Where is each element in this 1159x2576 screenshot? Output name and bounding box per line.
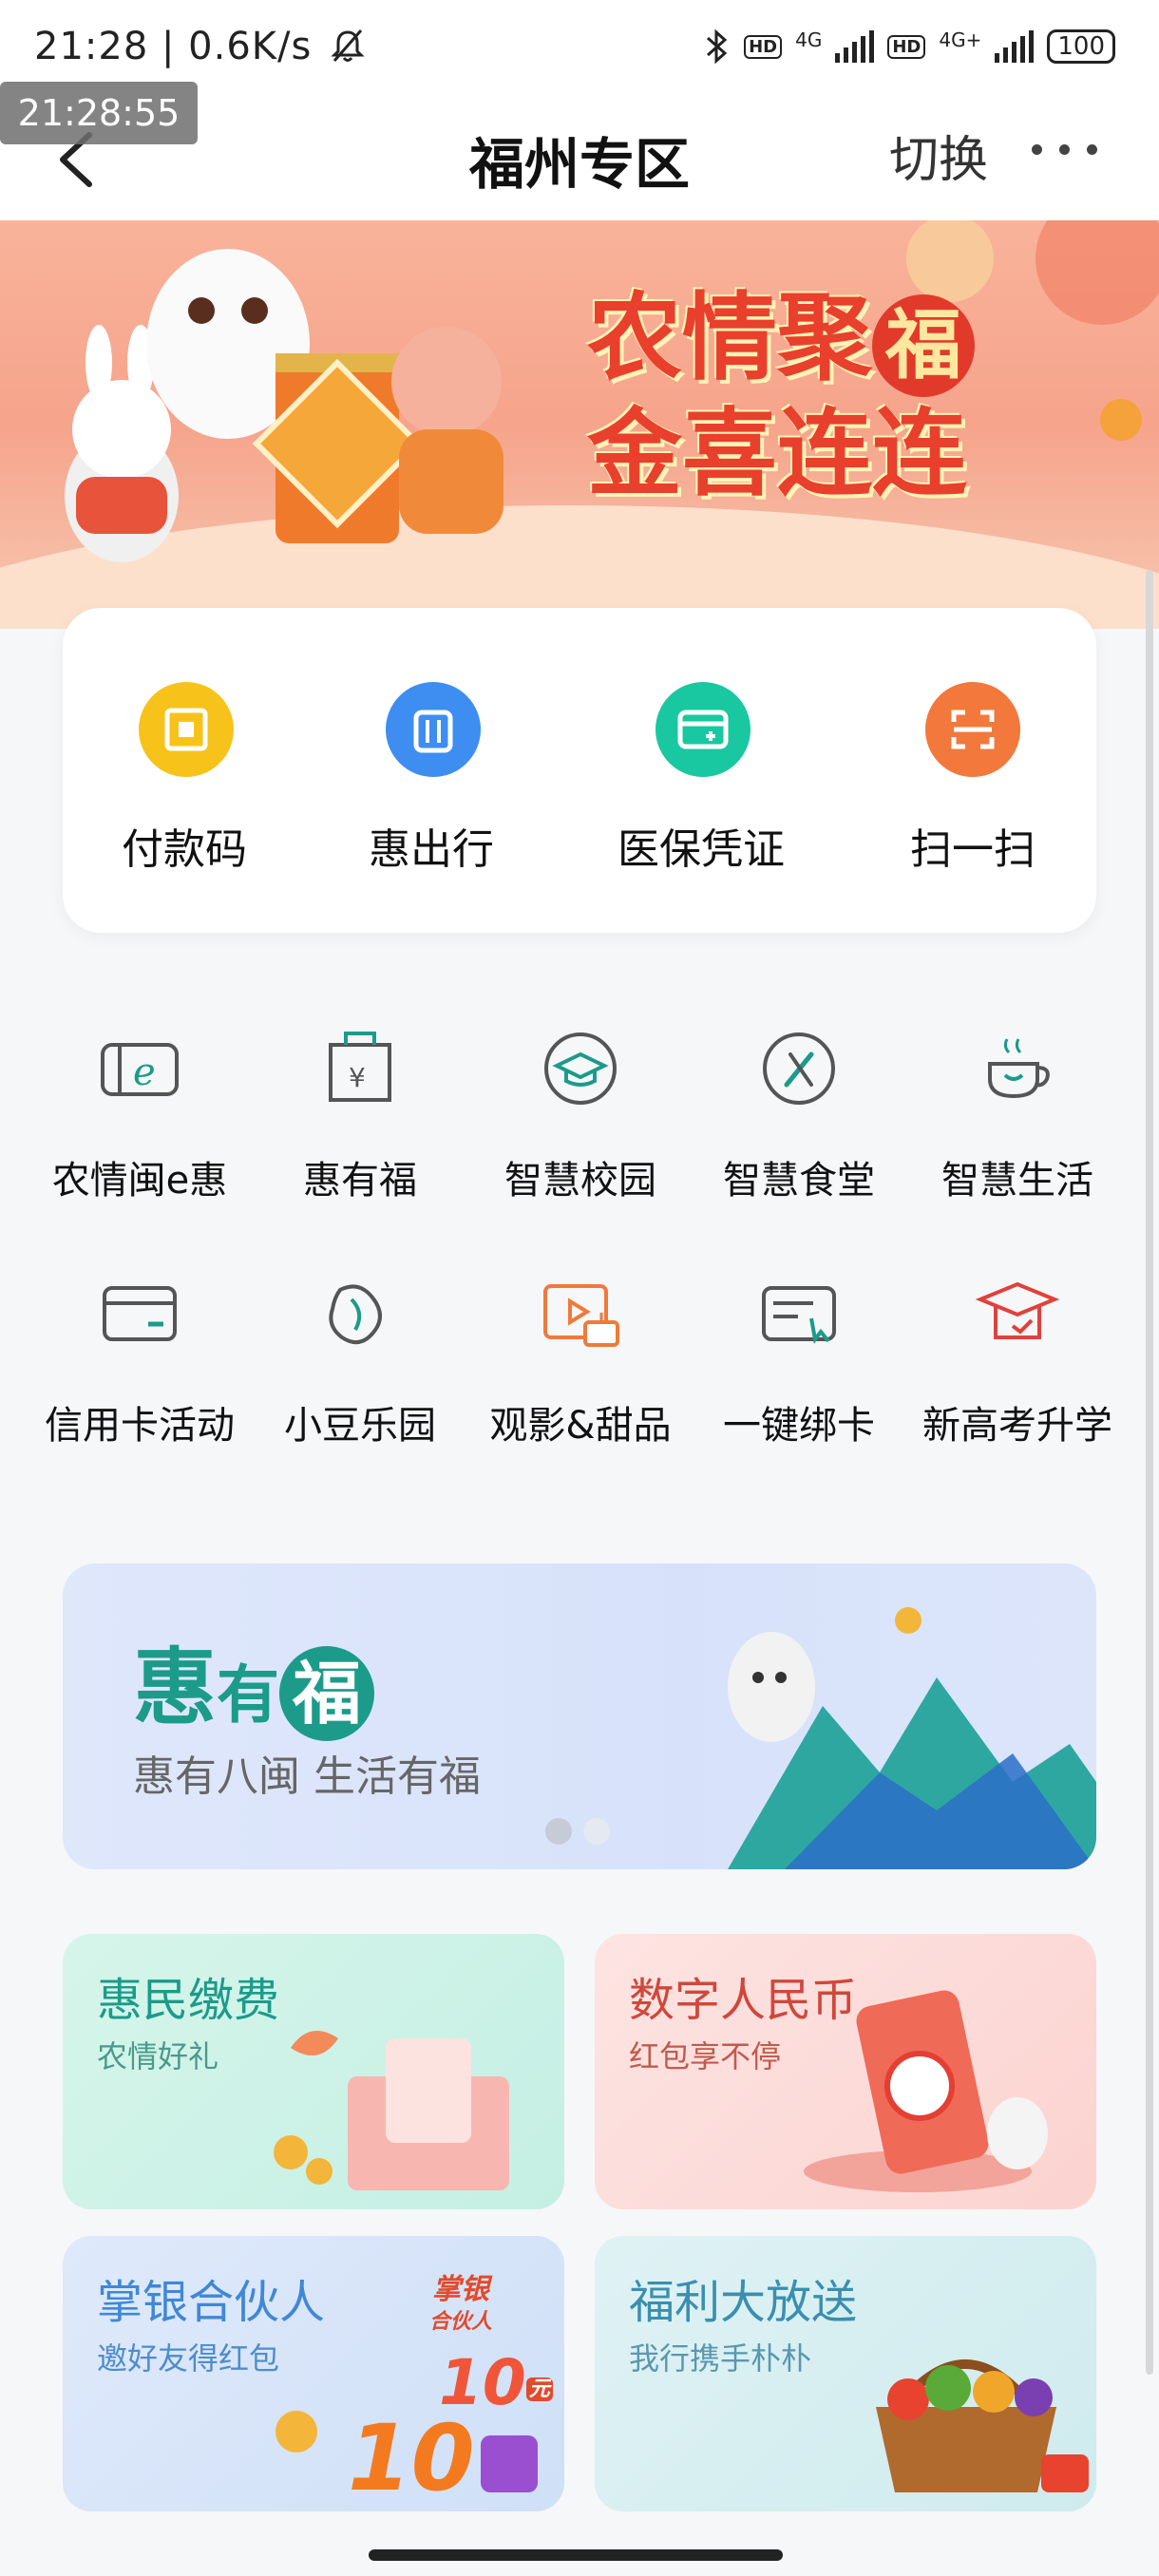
education-icon	[975, 1281, 1060, 1339]
network-label: 4G	[795, 28, 823, 51]
luggage-icon	[386, 682, 481, 777]
fork-knife-icon	[763, 1032, 835, 1105]
banner-illustration	[0, 220, 1159, 629]
service-label: 智慧校园	[504, 1159, 656, 1203]
service-movies-desserts[interactable]: 观影&甜品	[471, 1271, 690, 1461]
time-overlay-badge: 21:28:55	[0, 82, 198, 144]
mute-bell-icon	[331, 29, 365, 62]
battery-icon: 100	[1047, 29, 1115, 64]
service-label: 智慧食堂	[723, 1159, 875, 1203]
tile-partner-program[interactable]: 掌银 合伙人 10 元 10 掌银合伙人 邀好友得红包	[63, 2236, 564, 2511]
home-indicator[interactable]	[369, 2549, 783, 2561]
tile-welfare-giveaway[interactable]: 福利大放送 我行携手朴朴	[595, 2236, 1096, 2511]
service-smart-life[interactable]: 智慧生活	[908, 1026, 1127, 1216]
service-label: 信用卡活动	[45, 1404, 235, 1448]
service-nongqing-ehui[interactable]: e 农情闽e惠	[30, 1026, 249, 1216]
tile-title: 掌银合伙人	[97, 2276, 326, 2329]
service-label: 观影&甜品	[489, 1404, 672, 1448]
tile-subtitle: 农情好礼	[97, 2038, 219, 2074]
service-gaokao-admission[interactable]: 新高考升学	[908, 1271, 1127, 1461]
status-icons: HD 4G HD 4G+ 100	[702, 28, 1115, 65]
service-one-click-bind-card[interactable]: 一键绑卡	[690, 1271, 908, 1461]
quick-actions-card: 付款码 惠出行 医保凭证 扫一扫	[63, 608, 1096, 933]
logo-char-2: 有	[217, 1658, 280, 1732]
service-credit-card-activity[interactable]: 信用卡活动	[30, 1271, 249, 1461]
logo-char-3: 福	[279, 1646, 375, 1742]
quick-action-label: 付款码	[122, 825, 247, 874]
tile-title: 惠民缴费	[97, 1974, 280, 2027]
hd-badge-2: HD	[887, 34, 926, 59]
carousel-dot-active[interactable]	[545, 1818, 572, 1845]
quick-action-label: 医保凭证	[618, 825, 785, 874]
huiyoufu-promo-banner[interactable]: 惠有福 惠有八闽 生活有福	[63, 1563, 1096, 1869]
svg-text:¥: ¥	[349, 1062, 366, 1093]
carousel-dot[interactable]	[583, 1818, 610, 1845]
graduation-cap-icon	[544, 1032, 617, 1105]
promo-subtitle: 惠有八闽 生活有福	[133, 1752, 481, 1801]
status-bar: 21:28 | 0.6K/s HD 4G HD 4G+ 100	[0, 0, 1159, 95]
card-e-icon: e	[101, 1043, 179, 1096]
hd-badge: HD	[744, 34, 783, 59]
partner-badge-line1: 掌银	[432, 2273, 489, 2306]
partner-badge-line2: 合伙人	[429, 2310, 493, 2334]
qr-pay-icon	[139, 682, 234, 777]
status-time-speed: 21:28 | 0.6K/s	[34, 25, 367, 68]
service-label: 新高考升学	[922, 1404, 1112, 1448]
quick-action-label: 惠出行	[369, 825, 494, 874]
service-xiaodou-park[interactable]: 小豆乐园	[251, 1271, 469, 1461]
service-label: 智慧生活	[941, 1159, 1093, 1203]
service-label: 惠有福	[303, 1159, 417, 1203]
tile-utility-payment[interactable]: 惠民缴费 农情好礼	[63, 1934, 564, 2209]
bluetooth-icon	[707, 28, 728, 65]
service-huiyoufu[interactable]: ¥ 惠有福	[251, 1026, 469, 1216]
reward-unit: 元	[525, 2377, 553, 2401]
reward-big: 10	[348, 2405, 475, 2511]
tile-digital-rmb[interactable]: 数字人民币 红包享不停	[595, 1934, 1096, 2209]
more-options-button[interactable]	[1032, 144, 1097, 155]
tile-title: 数字人民币	[629, 1974, 858, 2027]
tile-subtitle: 我行携手朴朴	[629, 2340, 812, 2377]
credit-card-icon	[103, 1286, 177, 1341]
service-smart-campus[interactable]: 智慧校园	[471, 1026, 690, 1216]
coffee-cup-icon	[988, 1038, 1050, 1099]
scrollbar[interactable]	[1146, 570, 1153, 2375]
service-smart-canteen[interactable]: 智慧食堂	[690, 1026, 908, 1216]
service-label: 一键绑卡	[723, 1404, 875, 1448]
banner-title-line1: 农情聚	[587, 281, 872, 393]
promo-banner-top[interactable]: 农情聚福 金喜连连	[0, 220, 1159, 629]
film-cake-icon	[543, 1284, 619, 1347]
banner-title-line2: 金喜连连	[587, 397, 967, 510]
medical-card-icon	[656, 682, 750, 777]
banner-title: 农情聚福 金喜连连	[587, 281, 975, 509]
switch-button[interactable]: 切换	[889, 120, 988, 191]
status-time-text: 21:28 | 0.6K/s	[34, 25, 313, 68]
tile-subtitle: 邀好友得红包	[97, 2340, 280, 2377]
banner-fu-badge: 福	[872, 294, 975, 398]
quick-action-label: 扫一扫	[910, 825, 1036, 874]
signal-icon-2	[995, 30, 1035, 63]
gift-bag-icon: ¥	[329, 1032, 391, 1102]
service-label: 农情闽e惠	[51, 1159, 228, 1203]
scan-icon	[925, 682, 1020, 777]
signal-icon	[835, 30, 875, 63]
card-bind-icon	[762, 1286, 836, 1344]
svg-text:e: e	[133, 1051, 156, 1094]
bean-icon	[329, 1284, 382, 1345]
partner-badge: 掌银 合伙人	[429, 2274, 492, 2339]
huiyoufu-logo: 惠有福	[133, 1620, 375, 1742]
tile-subtitle: 红包享不停	[629, 2038, 782, 2074]
service-label: 小豆乐园	[284, 1404, 436, 1448]
logo-char-1: 惠	[133, 1638, 218, 1736]
tile-title: 福利大放送	[629, 2276, 858, 2329]
network-label-2: 4G+	[939, 28, 982, 51]
